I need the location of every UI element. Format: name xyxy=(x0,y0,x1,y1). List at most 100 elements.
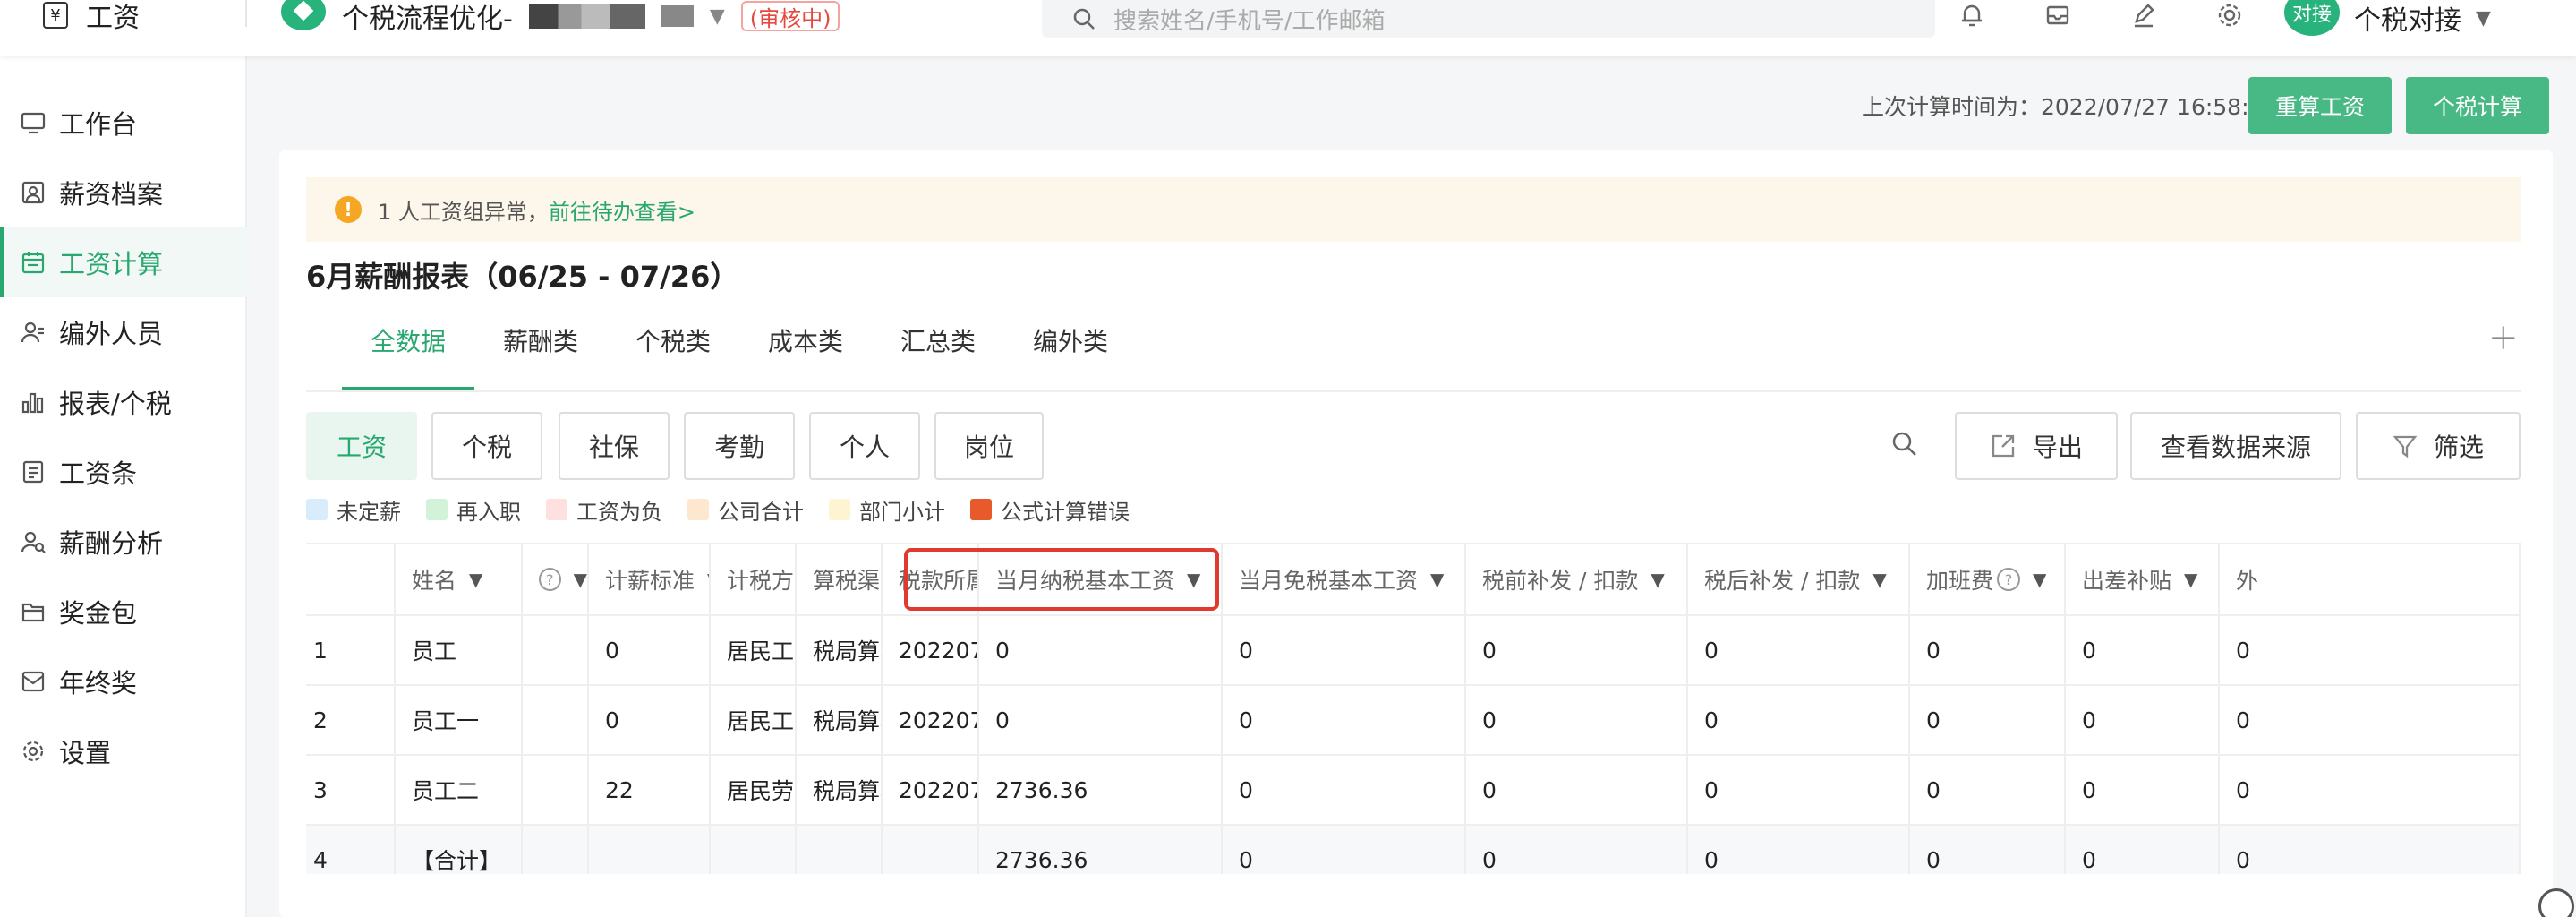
search-icon[interactable] xyxy=(1890,430,1919,458)
table-cell-help xyxy=(523,616,589,684)
header-col-travel-allowance[interactable]: 出差补贴 ▼ xyxy=(2066,544,2220,614)
sidebar-item-payroll-calc[interactable]: 工资计算 xyxy=(0,227,247,297)
inbox-icon[interactable] xyxy=(2044,2,2071,29)
table-cell-taxable-base-salary: 0 xyxy=(979,616,1223,684)
header-col-aftertax-adjust[interactable]: 税后补发 / 扣款 ▼ xyxy=(1688,544,1910,614)
header-col-help[interactable]: ? ▼ xyxy=(523,544,589,614)
profile-icon xyxy=(20,179,47,206)
recalculate-salary-button[interactable]: 重算工资 xyxy=(2248,77,2392,134)
table-cell-travel-allowance: 0 xyxy=(2066,756,2220,824)
chip-tax[interactable]: 个税 xyxy=(431,412,542,480)
legend-item: 工资为负 xyxy=(546,494,662,526)
table-cell-aftertax-adjust: 0 xyxy=(1688,616,1910,684)
tab-salary[interactable]: 薪酬类 xyxy=(503,324,578,360)
export-label: 导出 xyxy=(2032,433,2083,462)
filter-dropdown-icon[interactable]: ▼ xyxy=(574,569,587,590)
header-col-other[interactable]: 外 xyxy=(2220,544,2521,614)
table-cell-taxfree-base-salary: 0 xyxy=(1223,616,1466,684)
export-button[interactable]: 导出 xyxy=(1955,412,2118,480)
sidebar-item-salary-analysis[interactable]: 薪酬分析 xyxy=(0,507,247,577)
mail-icon xyxy=(20,668,47,695)
edit-icon[interactable] xyxy=(2130,2,2157,29)
sidebar-item-label: 报表/个税 xyxy=(59,389,172,419)
document-icon xyxy=(20,458,47,485)
header-col-salary-standard[interactable]: 计薪标准▼ xyxy=(589,544,711,614)
sidebar-item-settings[interactable]: 设置 xyxy=(0,716,247,786)
global-search-input[interactable]: 搜索姓名/手机号/工作邮箱 xyxy=(1042,0,1935,38)
header-col-tax-channel[interactable]: 算税渠道▼ xyxy=(797,544,883,614)
sidebar-item-label: 薪资档案 xyxy=(59,179,164,210)
tab-summary[interactable]: 汇总类 xyxy=(900,324,976,360)
header-col-overtime[interactable]: 加班费? ▼ xyxy=(1910,544,2066,614)
status-legend: 未定薪 再入职 工资为负 公司合计 部门小计 公式计算错误 xyxy=(306,494,1130,526)
bell-icon[interactable] xyxy=(1958,2,1985,29)
table-cell-salary-standard xyxy=(589,826,711,874)
sidebar-item-salary-profile[interactable]: 薪资档案 xyxy=(0,158,247,227)
sidebar-item-reports-tax[interactable]: 报表/个税 xyxy=(0,367,247,437)
header-col-taxfree-base-salary[interactable]: 当月免税基本工资 ▼ xyxy=(1223,544,1466,614)
table-cell-pretax-adjust: 0 xyxy=(1466,616,1688,684)
filter-dropdown-icon[interactable]: ▼ xyxy=(1872,569,1886,590)
tab-tax[interactable]: 个税类 xyxy=(635,324,711,360)
question-icon[interactable]: ? xyxy=(1997,568,2021,591)
tab-cost[interactable]: 成本类 xyxy=(768,324,843,360)
view-data-source-button[interactable]: 查看数据来源 xyxy=(2130,412,2341,480)
header-icons xyxy=(1958,0,2243,30)
chip-social-security[interactable]: 社保 xyxy=(559,412,670,480)
chip-position[interactable]: 岗位 xyxy=(934,412,1044,480)
chip-attendance[interactable]: 考勤 xyxy=(684,412,795,480)
filter-label: 筛选 xyxy=(2433,433,2484,462)
notice-link[interactable]: 前往待办查看> xyxy=(549,194,695,226)
column-header-label: 当月免税基本工资 xyxy=(1239,568,1419,594)
filter-dropdown-icon[interactable]: ▼ xyxy=(469,569,482,590)
table-cell-salary-standard: 22 xyxy=(589,756,711,824)
tab-bar: 全数据 薪酬类 个税类 成本类 汇总类 编外类 xyxy=(306,310,2521,392)
sidebar-item-external-staff[interactable]: 编外人员 xyxy=(0,297,247,367)
add-tab-icon[interactable]: + xyxy=(2488,317,2519,358)
header-col-tax-method[interactable]: 计税方式▼ xyxy=(711,544,797,614)
tab-external[interactable]: 编外类 xyxy=(1033,324,1108,360)
legend-label: 工资为负 xyxy=(576,499,662,525)
tax-calculate-button[interactable]: 个税计算 xyxy=(2406,77,2549,134)
table-total-row[interactable]: 4 【合计】 2736.36 0 0 0 0 0 0 xyxy=(306,826,2521,874)
sidebar-item-year-end-bonus[interactable]: 年终奖 xyxy=(0,647,247,716)
table-cell-name: 【合计】 xyxy=(396,826,523,874)
sidebar-item-bonus-pool[interactable]: 奖金包 xyxy=(0,577,247,647)
export-icon xyxy=(1992,434,2015,458)
last-calc-time: 上次计算时间为：2022/07/27 16:58:08 xyxy=(1862,94,2278,120)
header-col-name[interactable]: 姓名 ▼ xyxy=(396,544,523,614)
table-row[interactable]: 2员工一0居民工资税局算税2022070000000 xyxy=(306,686,2521,756)
avatar: 对接 xyxy=(2284,0,2340,36)
app-logo[interactable]: ¥ 工资 xyxy=(43,0,140,34)
chevron-down-icon[interactable]: ▼ xyxy=(710,5,725,28)
tab-all-data[interactable]: 全数据 xyxy=(371,324,446,360)
column-header-label: 计薪标准 xyxy=(605,568,695,594)
table-cell-tax-method: 居民劳务 xyxy=(711,756,797,824)
table-row[interactable]: 1员工0居民工资税局算税2022070000000 xyxy=(306,616,2521,686)
table-cell-aftertax-adjust: 0 xyxy=(1688,756,1910,824)
filter-dropdown-icon[interactable]: ▼ xyxy=(2184,569,2197,590)
sidebar-item-dashboard[interactable]: 工作台 xyxy=(0,88,247,158)
table-cell-salary-standard: 0 xyxy=(589,616,711,684)
table-row[interactable]: 3员工二22居民劳务税局算税2022072736.36000000 xyxy=(306,756,2521,826)
gear-icon[interactable] xyxy=(2216,2,2243,29)
legend-swatch xyxy=(970,499,992,520)
column-header-label: 计税方式 xyxy=(727,568,795,594)
legend-swatch xyxy=(829,499,850,520)
chip-personal[interactable]: 个人 xyxy=(809,412,920,480)
help-icon[interactable] xyxy=(2538,888,2574,917)
chip-salary[interactable]: 工资 xyxy=(306,412,417,480)
folder-icon xyxy=(20,598,47,625)
header-col-pretax-adjust[interactable]: 税前补发 / 扣款 ▼ xyxy=(1466,544,1688,614)
filter-dropdown-icon[interactable]: ▼ xyxy=(1430,569,1444,590)
filter-dropdown-icon[interactable]: ▼ xyxy=(2033,569,2046,590)
question-icon[interactable]: ? xyxy=(539,568,561,591)
sidebar-item-payslip[interactable]: 工资条 xyxy=(0,437,247,507)
table-cell-taxfree-base-salary: 0 xyxy=(1223,686,1466,754)
filter-button[interactable]: 筛选 xyxy=(2356,412,2521,480)
user-menu[interactable]: 对接 个税对接 ▼ xyxy=(2284,0,2491,37)
filter-dropdown-icon[interactable]: ▼ xyxy=(1651,569,1664,590)
table-cell-tax-method xyxy=(711,826,797,874)
abnormal-notice: ! 1 人工资组异常， 前往待办查看> xyxy=(306,177,2521,242)
company-switcher[interactable]: 个税流程优化- ▼ (审核中) xyxy=(281,0,840,35)
